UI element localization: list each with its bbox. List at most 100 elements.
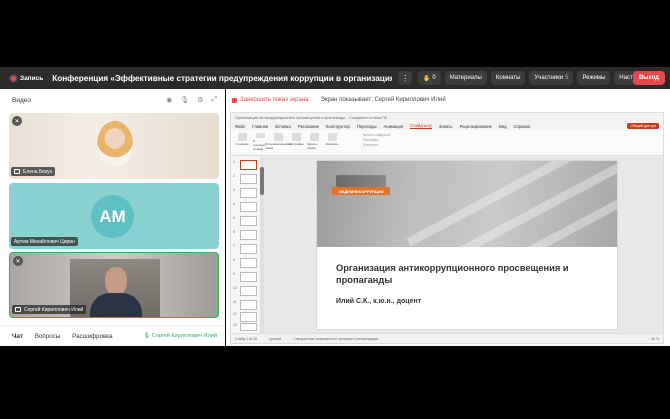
- more-menu-button[interactable]: ⋮: [398, 71, 413, 85]
- slide-thumbnail[interactable]: [240, 312, 257, 322]
- ribbon-group-labels: Начать слайд-шоу Настройка Мониторы: [363, 133, 390, 148]
- slide-thumbnail[interactable]: [240, 286, 257, 296]
- screen-share-panel: Завершить показ экрана Экран показывает:…: [226, 89, 670, 346]
- menu-design[interactable]: Конструктор: [326, 124, 350, 129]
- muted-mic-icon: ✕: [12, 116, 22, 126]
- slide-thumbnail[interactable]: [240, 160, 257, 170]
- participants-button[interactable]: Участники 5: [529, 71, 574, 85]
- slide-title: Организация антикоррупционного просвещен…: [336, 263, 569, 285]
- ribbon-label: Записать: [325, 142, 339, 146]
- video-tile-1[interactable]: ✕ Елена Безух: [9, 113, 219, 179]
- stop-icon: [232, 97, 237, 103]
- ribbon-record[interactable]: Записать: [325, 133, 339, 151]
- thumb-number: 8: [233, 258, 235, 262]
- record-indicator[interactable]: Запись: [11, 75, 43, 82]
- menu-view[interactable]: Вид: [499, 124, 507, 129]
- menu-animation[interactable]: Анимация: [383, 124, 403, 129]
- menu-file[interactable]: Файл: [235, 124, 245, 129]
- hand-count: 0: [432, 75, 436, 81]
- menu-draw[interactable]: Рисование: [298, 124, 319, 129]
- thumb-number: 12: [233, 312, 237, 316]
- menu-review[interactable]: Рецензирование: [460, 124, 492, 129]
- ppt-status-bar: Слайд 1 из 30 русский Специальные возмож…: [231, 333, 663, 343]
- slide-author: Илий С.К., к.ю.н., доцент: [336, 298, 422, 305]
- video-off-icon: [14, 169, 20, 174]
- record-label: Запись: [20, 74, 44, 82]
- microphone-icon[interactable]: 🎙: [180, 96, 189, 104]
- slide-thumbnail[interactable]: [240, 244, 257, 254]
- status-slide-number: Слайд 1 из 30: [235, 336, 258, 341]
- ppt-menu-bar: Файл Главная Вставка Рисование Конструкт…: [231, 122, 663, 130]
- slide-thumbnail[interactable]: [240, 272, 257, 282]
- video-tile-3-active[interactable]: ✕ Сергей Кириллович Илий: [9, 252, 219, 318]
- slide-thumbnail[interactable]: [240, 188, 257, 198]
- materials-button[interactable]: Материалы: [444, 71, 487, 85]
- modes-label: Режимы: [582, 75, 606, 81]
- slide-thumbnail[interactable]: [240, 202, 257, 212]
- slide-thumbnail[interactable]: [240, 230, 257, 240]
- video-tile-2[interactable]: АМ Артем Михайлович Цирин: [9, 183, 219, 249]
- ribbon-from-start[interactable]: С начала: [235, 133, 249, 151]
- menu-slideshow[interactable]: Слайд-шоу: [410, 123, 432, 129]
- participant-name: Артем Михайлович Цирин: [14, 238, 75, 245]
- muted-mic-icon: ✕: [13, 256, 23, 266]
- screen-owner: Экран показывает: Сергей Кириллович Илий: [320, 97, 446, 103]
- record-icon: [327, 133, 337, 141]
- thumb-number: 2: [233, 174, 235, 178]
- slide-thumbnail[interactable]: [240, 216, 257, 226]
- thumb-number: 10: [233, 286, 237, 290]
- exit-button[interactable]: Выход: [632, 71, 665, 85]
- participant-body: [90, 293, 142, 317]
- tab-chat[interactable]: Чат: [12, 333, 23, 340]
- video-panel-header: Видео ◉ 🎙 ⚙ ⤢: [0, 89, 225, 111]
- menu-help[interactable]: Справка: [514, 124, 530, 129]
- slide-logo: #ЖДЕМНЕКОРРУПЦИИ: [332, 173, 390, 203]
- ribbon-hide-slide[interactable]: Скрыть слайд: [307, 133, 321, 151]
- status-accessibility[interactable]: Специальные возможности: проверьте реком…: [293, 337, 378, 341]
- thumb-number: 13: [233, 323, 237, 327]
- video-off-icon: [15, 307, 21, 312]
- slide-thumbnail[interactable]: [240, 323, 257, 331]
- menu-home[interactable]: Главная: [252, 124, 268, 129]
- stop-sharing-label: Завершить показ экрана: [240, 97, 309, 103]
- modes-button[interactable]: Режимы: [577, 71, 611, 85]
- tab-transcript[interactable]: Расшифровка: [72, 333, 112, 340]
- gear-icon[interactable]: ⚙: [197, 96, 203, 104]
- thumb-number: 9: [233, 272, 235, 276]
- stop-sharing-button[interactable]: Завершить показ экрана: [232, 97, 309, 103]
- rooms-button[interactable]: Комнаты: [490, 71, 526, 85]
- active-speaker: 🎙 Сергей Кириллович Илий: [143, 333, 217, 339]
- setup-icon: [291, 133, 301, 141]
- ppt-workspace: 1 2 3 4 5 6 7 8 9 10 11 12 13 #ЖДЕМНЕКОР…: [231, 157, 663, 335]
- status-zoom[interactable]: 66 %: [651, 337, 659, 341]
- menu-record[interactable]: Запись: [439, 124, 453, 129]
- expand-icon[interactable]: ⤢: [211, 96, 217, 104]
- slide-thumbnails: 1 2 3 4 5 6 7 8 9 10 11 12 13: [231, 157, 261, 335]
- menu-insert[interactable]: Вставка: [275, 124, 291, 129]
- ribbon-custom-show[interactable]: Пользовательский показ: [265, 133, 291, 151]
- scrollbar-thumb[interactable]: [260, 167, 264, 195]
- thumbnails-scrollbar[interactable]: [260, 157, 264, 335]
- active-speaker-name: Сергей Кириллович Илий: [151, 333, 217, 339]
- ribbon-group-monitors: Мониторы: [363, 143, 379, 147]
- camera-icon[interactable]: ◉: [166, 96, 172, 104]
- participant-name-tag: Артем Михайлович Цирин: [11, 237, 78, 246]
- participant-head: [105, 267, 127, 295]
- participant-name: Сергей Кириллович Илий: [24, 306, 84, 313]
- video-panel-title: Видео: [12, 96, 31, 104]
- play-icon: [237, 133, 247, 141]
- participant-name-tag: Сергей Кириллович Илий: [12, 305, 87, 314]
- thumb-number: 5: [233, 216, 235, 220]
- menu-transitions[interactable]: Переходы: [357, 124, 377, 129]
- conference-title: Конференция «Эффективные стратегии преду…: [52, 73, 393, 83]
- participant-name-tag: Елена Безух: [11, 167, 56, 176]
- tab-questions[interactable]: Вопросы: [35, 333, 60, 340]
- ppt-share-button[interactable]: Общий доступ: [627, 123, 659, 129]
- slide-thumbnail[interactable]: [240, 300, 257, 310]
- slide-thumbnail[interactable]: [240, 174, 257, 184]
- ribbon-setup[interactable]: Настройка: [289, 133, 303, 151]
- raise-hand-button[interactable]: ✋ 0: [418, 71, 441, 85]
- powerpoint-window: Организация антикоррупционного просвещен…: [230, 112, 664, 344]
- screen-share-header: Завершить показ экрана Экран показывает:…: [226, 89, 670, 111]
- slide-thumbnail[interactable]: [240, 258, 257, 268]
